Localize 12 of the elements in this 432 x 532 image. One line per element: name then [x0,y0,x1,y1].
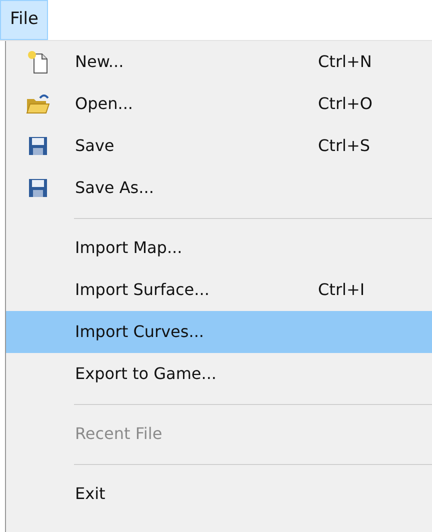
folder-icon [26,93,50,115]
menu-item[interactable]: Export to Game... [6,353,432,395]
menu-item[interactable]: Open... Ctrl+O [6,83,432,125]
menu-bar-item[interactable]: File [0,0,48,40]
menu-item[interactable]: Import Curves... [6,311,432,353]
menu-item[interactable]: Import Surface... Ctrl+I [6,269,432,311]
menu-item[interactable]: Save As... [6,167,432,209]
menu-item[interactable]: Exit [6,473,432,515]
menu-item[interactable]: Save Ctrl+S [6,125,432,167]
new-document-icon [27,50,49,74]
menu-item[interactable]: New... Ctrl+N [6,41,432,83]
menu-item[interactable]: Import Map... [6,227,432,269]
